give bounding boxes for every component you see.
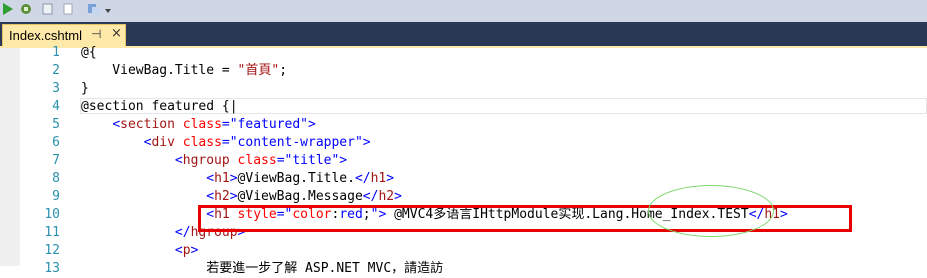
paste-icon[interactable] [60, 2, 76, 16]
line-number: 9 [52, 189, 60, 204]
copy-icon[interactable] [40, 2, 56, 16]
code-token: ="title"> [276, 153, 348, 168]
code-token: > [229, 171, 238, 186]
code-line[interactable]: 9 <h2>@ViewBag.Message</h2> [0, 188, 927, 206]
code-token: > [190, 243, 199, 258]
code-token: @ViewBag.Title. [237, 171, 355, 186]
code-token: class [182, 117, 222, 132]
code-token: ViewBag.Title = [81, 63, 238, 78]
code-text: ViewBag.Title = "首頁"; [81, 62, 287, 80]
tab-label: Index.cshtml [9, 28, 82, 43]
code-token: < [112, 117, 121, 132]
code-token: h1 [214, 171, 230, 186]
code-token: h2 [378, 189, 395, 204]
code-token: </ [362, 189, 379, 204]
line-number: 7 [52, 153, 60, 168]
code-text: @section featured {| [81, 98, 238, 116]
debug-icon[interactable] [18, 2, 34, 16]
code-text: <h1>@ViewBag.Title.</h1> [81, 170, 394, 188]
code-token: ; [279, 63, 288, 78]
code-token: "首頁" [237, 63, 280, 78]
code-token: < [206, 171, 215, 186]
code-line[interactable]: 2 ViewBag.Title = "首頁"; [0, 62, 927, 80]
format-icon[interactable] [86, 2, 102, 16]
line-number: 11 [44, 225, 60, 240]
code-text: <section class="featured"> [81, 116, 316, 134]
code-line[interactable]: 1 @{ [0, 44, 927, 62]
code-line[interactable]: 4 @section featured {| [0, 98, 927, 116]
code-token: 若要進一步了解 ASP.NET MVC，請造訪 [81, 261, 444, 276]
line-number: 13 [44, 261, 60, 276]
dropdown-icon[interactable] [103, 2, 113, 16]
code-token: div [151, 135, 175, 150]
code-text: } [81, 80, 89, 98]
code-token: } [81, 81, 89, 96]
code-text: <div class="content-wrapper"> [81, 134, 371, 152]
code-token: > [386, 171, 395, 186]
code-token: ="content-wrapper"> [221, 135, 371, 150]
line-number: 6 [52, 135, 60, 150]
toolbar [0, 0, 927, 22]
code-line[interactable]: 3} [0, 80, 927, 98]
code-token: @ViewBag.Message [237, 189, 363, 204]
code-token: h1 [370, 171, 387, 186]
line-number: 8 [52, 171, 60, 186]
code-token: < [206, 189, 215, 204]
code-text: <h2>@ViewBag.Message</h2> [81, 188, 402, 206]
code-token: < [174, 153, 183, 168]
ellipse-annotation [648, 185, 774, 237]
code-line[interactable]: 5 <section class="featured"> [0, 116, 927, 134]
code-text: <p> [81, 242, 198, 260]
code-line[interactable]: 8 <h1>@ViewBag.Title.</h1> [0, 170, 927, 188]
code-text: 若要進一步了解 ASP.NET MVC，請造訪 [81, 260, 443, 278]
code-token: @{ [81, 45, 97, 60]
code-token: ="featured"> [221, 117, 316, 132]
line-number: 5 [52, 117, 60, 132]
line-number: 12 [44, 243, 60, 258]
tab-index-cshtml[interactable]: Index.cshtml ⊣ × [2, 24, 126, 46]
code-token: h2 [214, 189, 230, 204]
code-token: < [174, 243, 183, 258]
code-line[interactable]: 6 <div class="content-wrapper"> [0, 134, 927, 152]
code-text: <hgroup class="title"> [81, 152, 347, 170]
code-token: </ [354, 171, 371, 186]
code-line[interactable]: 7 <hgroup class="title"> [0, 152, 927, 170]
line-number: 1 [52, 45, 60, 60]
code-token: > [394, 189, 402, 204]
code-token: section [120, 117, 175, 132]
close-icon[interactable]: × [111, 26, 122, 41]
code-token: > [229, 189, 238, 204]
line-number: 4 [52, 99, 60, 114]
pin-icon[interactable]: ⊣ [91, 27, 101, 41]
line-number: 10 [44, 207, 60, 222]
code-editor[interactable]: 1 @{2 ViewBag.Title = "首頁"; 3} 4 @section fe… [0, 45, 927, 276]
code-token: p [182, 243, 191, 258]
code-token: @section featured {| [81, 99, 238, 114]
code-token: class [182, 135, 222, 150]
code-line[interactable]: 13 若要進一步了解 ASP.NET MVC，請造訪 [0, 260, 927, 278]
run-icon[interactable] [1, 2, 17, 16]
code-text: @{ [81, 44, 97, 62]
document-tab-bar: Index.cshtml ⊣ × [0, 22, 927, 46]
code-token: </ [174, 225, 191, 240]
code-line[interactable]: 12 <p> [0, 242, 927, 260]
code-token: hgroup [182, 153, 230, 168]
line-number: 3 [52, 81, 60, 96]
line-number: 2 [52, 63, 60, 78]
code-token: class [237, 153, 277, 168]
